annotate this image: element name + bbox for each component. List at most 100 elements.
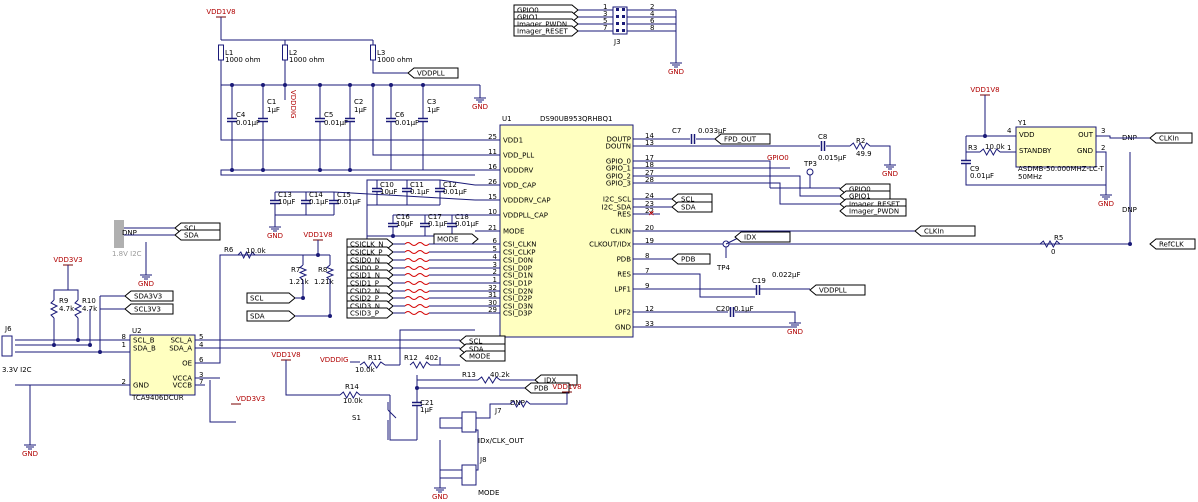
pin-num: 31: [488, 291, 497, 299]
pin-name: VDDDRV_CAP: [503, 197, 551, 205]
wire: [1096, 135, 1122, 139]
j3-ref: J3: [613, 38, 621, 46]
res-ref: R2: [856, 137, 865, 145]
csi-termination: [404, 296, 430, 300]
cap-value: 0.015µF: [818, 154, 847, 162]
pin-num: 2: [1101, 144, 1105, 152]
wire: [285, 360, 340, 396]
net-tag-label: FPD_OUT: [724, 136, 757, 144]
junction: [328, 314, 332, 318]
cap-value: 0.01µF: [443, 188, 467, 196]
junction: [348, 83, 352, 87]
pin-num: 18: [645, 161, 654, 169]
pin-num: 29: [488, 306, 497, 314]
pin-num: 15: [488, 193, 497, 201]
pin-name: VDD_PLL: [503, 152, 534, 160]
res-ref: R12: [404, 354, 418, 362]
wire: [68, 289, 79, 300]
pin-name: LPF2: [614, 309, 631, 317]
pin-name: CSI_CLKP: [503, 249, 536, 257]
cap-ref: C20: [716, 305, 730, 313]
wire: [195, 254, 303, 364]
pin-num: 8: [645, 252, 649, 260]
pin-name: GND: [615, 324, 631, 332]
pin-num: 1: [1007, 144, 1011, 152]
j6-label: 3.3V I2C: [2, 366, 32, 374]
pin-name: VDD_CAP: [503, 182, 536, 190]
cap-ref: C19: [752, 277, 766, 285]
csi-termination: [404, 304, 430, 308]
wire: [53, 265, 69, 300]
net-tag-label: SDA3V3: [134, 293, 162, 301]
gnd-label: GND: [267, 232, 283, 240]
dnp-label: DNP: [1122, 206, 1137, 214]
csi-termination: [404, 258, 430, 262]
pin-num: 9: [645, 282, 649, 290]
pin-name: SCL_B: [133, 337, 155, 345]
j7-label: IDx/CLK_OUT: [478, 437, 524, 445]
pin-name: STANDBY: [1019, 147, 1052, 155]
j3-pin: [622, 29, 625, 32]
csi-termination: [404, 242, 430, 246]
inductor-value: 1000 ohm: [225, 56, 261, 64]
pin-num: 11: [488, 148, 497, 156]
pin-name: I2C_SCL: [603, 196, 631, 204]
wire: [209, 380, 236, 423]
gnd-label: GND: [432, 493, 448, 501]
y1-part: ASDMB-50.000MHZ-LC-T: [1018, 165, 1105, 173]
res-ref: R5: [1054, 234, 1063, 242]
j8-ref: J8: [479, 456, 487, 464]
nc-mark: ✕: [648, 209, 655, 218]
junction: [301, 296, 305, 300]
pin-name: CSI_D3P: [503, 310, 532, 318]
pin-name: RES: [617, 211, 631, 219]
j3-pin: [616, 29, 619, 32]
wire: [530, 392, 568, 405]
res-value: 4.7k: [59, 305, 75, 313]
gnd-label: GND: [138, 280, 154, 288]
junction: [316, 253, 320, 257]
power-label: VDD1V8: [552, 383, 581, 391]
wire: [372, 85, 475, 156]
junction: [88, 343, 92, 347]
pin-num: 7: [645, 267, 649, 275]
cap-value: 0.01µF: [455, 220, 479, 228]
junction: [76, 338, 80, 342]
net-tag-label: Imager_RESET: [517, 28, 568, 36]
cap-ref: C3: [427, 98, 436, 106]
cap-value: 0.01µF: [395, 119, 419, 127]
wire: [439, 417, 462, 429]
junction: [415, 386, 419, 390]
pin-name: LPF1: [614, 286, 631, 294]
cap-ref: C5: [324, 111, 333, 119]
gnd-label: GND: [472, 103, 488, 111]
wire: [660, 175, 840, 197]
power-label: VDD1V8: [271, 351, 300, 359]
gnd-label: GND: [1098, 200, 1114, 208]
pin-num: 24: [645, 192, 654, 200]
net-tag-label: PDB: [534, 385, 549, 393]
wire: [220, 169, 475, 176]
cap-ref: C2: [354, 98, 363, 106]
resistor: [73, 299, 83, 319]
j3-pin: [616, 8, 619, 11]
vdddig-label: VDDDIG: [320, 356, 348, 364]
pin-name: SDA_B: [133, 345, 156, 353]
cap-value: 1µF: [420, 406, 433, 414]
cap-value: 0.1µF: [309, 198, 329, 206]
csi-termination: [404, 289, 430, 293]
csi-termination: [404, 273, 430, 277]
pin-num: 5: [493, 245, 497, 253]
j7-ref: J7: [494, 407, 502, 415]
pin-num: 3: [1101, 127, 1105, 135]
inductor: [282, 44, 288, 61]
pin-num: 26: [488, 178, 497, 186]
cap-ref: C4: [236, 111, 246, 119]
pin-name: CSI_D0N: [503, 257, 533, 265]
cap-value: 1µF: [267, 106, 280, 114]
res-value: 1.21k: [289, 278, 310, 286]
res-value: 49.9: [856, 150, 872, 158]
pin-num: 1: [493, 276, 497, 284]
net-tag-label: SCL: [250, 295, 263, 303]
pin-num: 4: [1007, 127, 1012, 135]
